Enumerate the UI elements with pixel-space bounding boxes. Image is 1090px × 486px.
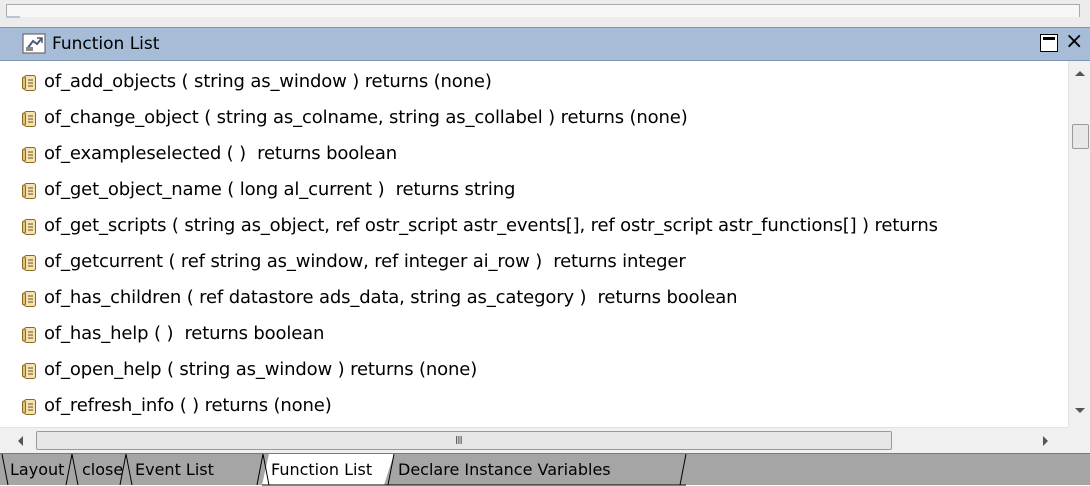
function-signature: of_has_help ( ) returns boolean <box>44 323 325 344</box>
function-list[interactable]: of_add_objects ( string as_window ) retu… <box>0 61 1068 427</box>
function-script-icon <box>22 363 36 379</box>
function-signature: of_get_scripts ( string as_object, ref o… <box>44 215 938 236</box>
title-bar[interactable] <box>0 27 1090 61</box>
scrollbar-corner <box>1068 427 1090 453</box>
function-signature: of_add_objects ( string as_window ) retu… <box>44 71 492 92</box>
close-button[interactable]: × <box>1065 29 1090 55</box>
scroll-down-arrow-icon[interactable] <box>1075 408 1085 413</box>
function-signature: of_refresh_info ( ) returns (none) <box>44 395 332 416</box>
tab-layout[interactable]: Layout <box>10 458 64 482</box>
scroll-left-arrow-icon[interactable] <box>18 436 23 446</box>
list-item[interactable]: of_change_object ( string as_colname, st… <box>0 100 1068 136</box>
frame-grip <box>6 16 20 18</box>
list-item[interactable]: of_has_children ( ref datastore ads_data… <box>0 280 1068 316</box>
scroll-up-arrow-icon[interactable] <box>1075 71 1085 76</box>
tab-function-list[interactable]: Function List <box>271 458 372 482</box>
function-signature: of_getcurrent ( ref string as_window, re… <box>44 251 686 272</box>
horizontal-scroll-thumb[interactable]: III <box>36 431 892 450</box>
function-signature: of_exampleselected ( ) returns boolean <box>44 143 397 164</box>
tab-event-list[interactable]: Event List <box>135 458 214 482</box>
list-item[interactable]: of_get_scripts ( string as_object, ref o… <box>0 208 1068 244</box>
list-item[interactable]: of_refresh_info ( ) returns (none) <box>0 388 1068 424</box>
vertical-scrollbar[interactable] <box>1068 61 1090 427</box>
list-item[interactable]: of_has_help ( ) returns boolean <box>0 316 1068 352</box>
function-script-icon <box>22 399 36 415</box>
function-signature: of_get_object_name ( long al_current ) r… <box>44 179 516 200</box>
function-script-icon <box>22 183 36 199</box>
window-frame <box>6 4 1080 17</box>
function-signature: of_has_children ( ref datastore ads_data… <box>44 287 738 308</box>
list-item[interactable]: of_add_objects ( string as_window ) retu… <box>0 64 1068 100</box>
maximize-button[interactable] <box>1040 34 1058 52</box>
function-script-icon <box>22 75 36 91</box>
list-item[interactable]: of_getcurrent ( ref string as_window, re… <box>0 244 1068 280</box>
window-title: Function List <box>52 34 160 54</box>
list-item[interactable]: of_open_help ( string as_window ) return… <box>0 352 1068 388</box>
window-top-border <box>0 0 1090 27</box>
function-signature: of_open_help ( string as_window ) return… <box>44 359 478 380</box>
function-script-icon <box>22 327 36 343</box>
function-script-icon <box>22 255 36 271</box>
function-signature: of_change_object ( string as_colname, st… <box>44 107 688 128</box>
vertical-scroll-thumb[interactable] <box>1072 124 1089 149</box>
function-list-icon <box>22 33 46 54</box>
horizontal-scrollbar[interactable]: III <box>0 427 1068 453</box>
list-item[interactable]: of_exampleselected ( ) returns boolean <box>0 136 1068 172</box>
scroll-right-arrow-icon[interactable] <box>1043 436 1048 446</box>
scroll-thumb-grip: III <box>455 434 463 447</box>
function-script-icon <box>22 219 36 235</box>
tab-declare-instance-variables[interactable]: Declare Instance Variables <box>398 458 611 482</box>
function-script-icon <box>22 147 36 163</box>
tab-close[interactable]: close <box>82 458 123 482</box>
list-item[interactable]: of_get_object_name ( long al_current ) r… <box>0 172 1068 208</box>
function-script-icon <box>22 111 36 127</box>
function-script-icon <box>22 291 36 307</box>
